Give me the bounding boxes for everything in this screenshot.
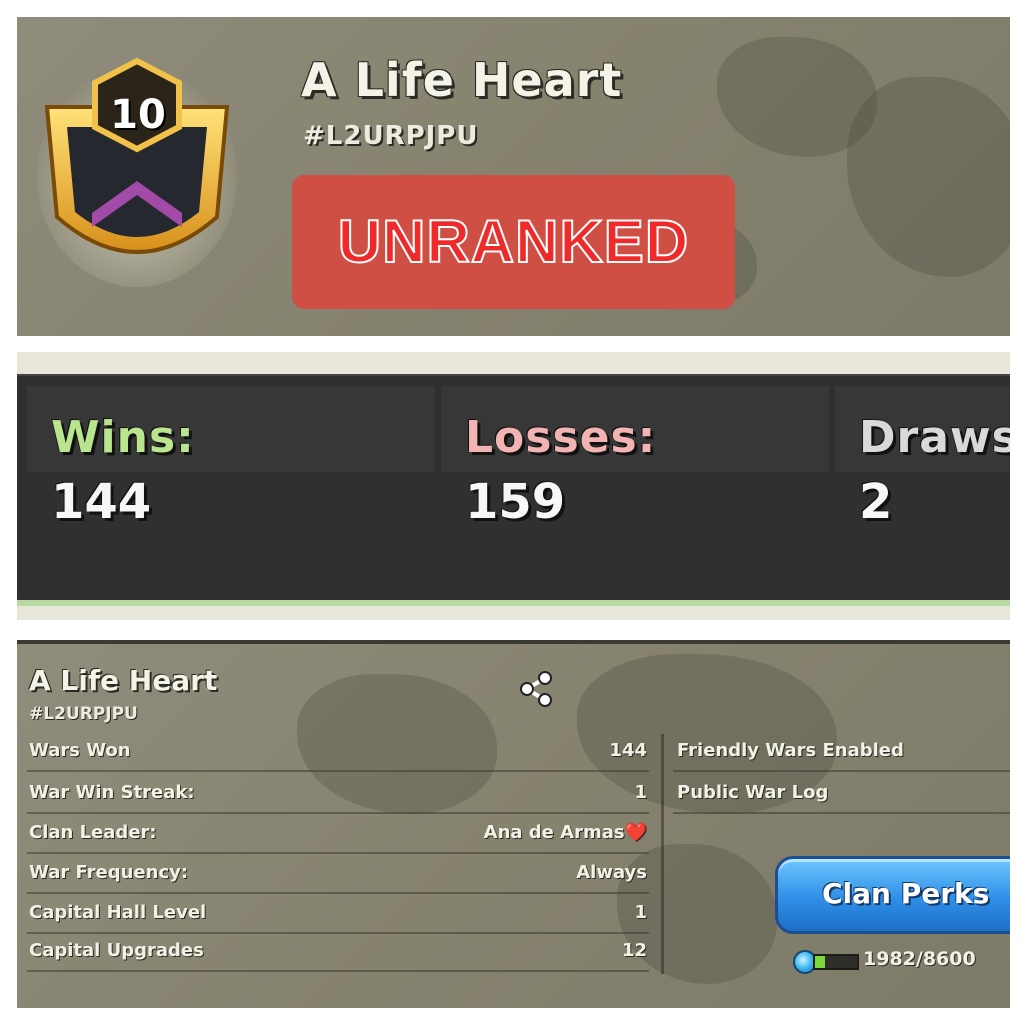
losses-label: Losses: [465, 412, 657, 463]
rank-banner: UNRANKED [292, 175, 735, 309]
clan-badge: 10 [37, 47, 237, 287]
info-label: War Frequency: [29, 862, 189, 883]
map-landmass [847, 77, 1010, 277]
losses-value: 159 [465, 474, 566, 530]
info-row-clan-leader: Clan Leader: Ana de Armas❤️ [27, 814, 649, 854]
clan-perks-label: Clan Perks [822, 877, 990, 910]
info-value[interactable]: Ana de Armas❤️ [484, 822, 647, 843]
info-label: Clan Leader: [29, 822, 157, 843]
clan-name: A Life Heart [29, 664, 218, 697]
public-war-log-row[interactable]: Public War Log [673, 774, 1010, 814]
clan-perks-button[interactable]: Clan Perks [775, 856, 1010, 934]
info-value: 1 [634, 782, 647, 803]
clan-xp-progress-bar [813, 954, 859, 970]
war-record-table: Wins: 144 Losses: 159 Draws: 2 [17, 374, 1010, 600]
info-value: 1 [634, 902, 647, 923]
public-war-log-text: Public War Log [677, 782, 829, 803]
draws-value: 2 [859, 474, 893, 530]
info-value: Always [576, 862, 647, 883]
info-row-capital-hall-level: Capital Hall Level 1 [27, 894, 649, 934]
draws-cell: Draws: 2 [835, 386, 1010, 592]
info-row-capital-upgrades: Capital Upgrades 12 [27, 932, 649, 972]
losses-cell: Losses: 159 [441, 386, 829, 592]
clan-info-panel: A Life Heart #L2URPJPU Wars Won 144 War … [17, 640, 1010, 1008]
info-row-war-frequency: War Frequency: Always [27, 854, 649, 894]
info-label: Wars Won [29, 740, 131, 761]
info-value: 12 [621, 940, 647, 961]
info-value: 144 [609, 740, 647, 761]
info-row-wars-won: Wars Won 144 [27, 732, 649, 772]
info-label: Capital Hall Level [29, 902, 207, 923]
divider [17, 600, 1010, 606]
draws-label: Draws: [859, 412, 1010, 463]
wins-cell: Wins: 144 [27, 386, 435, 592]
column-divider [661, 734, 664, 974]
friendly-wars-text: Friendly Wars Enabled [677, 740, 904, 761]
rank-text: UNRANKED [337, 207, 690, 276]
clan-xp-text: 1982/8600 [863, 948, 976, 970]
share-icon [520, 671, 552, 707]
share-button[interactable] [515, 668, 557, 710]
info-label: War Win Streak: [29, 782, 195, 803]
clan-name-title: A Life Heart [301, 53, 623, 107]
clan-tag: #L2URPJPU [303, 121, 479, 151]
clan-level: 10 [110, 92, 166, 138]
clan-tag-small: #L2URPJPU [29, 704, 138, 724]
clan-xp-progress-fill [815, 956, 825, 968]
info-label: Capital Upgrades [29, 940, 204, 961]
war-record-panel: Wins: 144 Losses: 159 Draws: 2 [17, 352, 1010, 620]
friendly-wars-row: Friendly Wars Enabled [673, 732, 1010, 772]
wins-value: 144 [51, 474, 152, 530]
wins-label: Wins: [51, 412, 195, 463]
clan-header-panel: 10 A Life Heart #L2URPJPU UNRANKED [17, 17, 1010, 336]
info-row-war-win-streak: War Win Streak: 1 [27, 774, 649, 814]
